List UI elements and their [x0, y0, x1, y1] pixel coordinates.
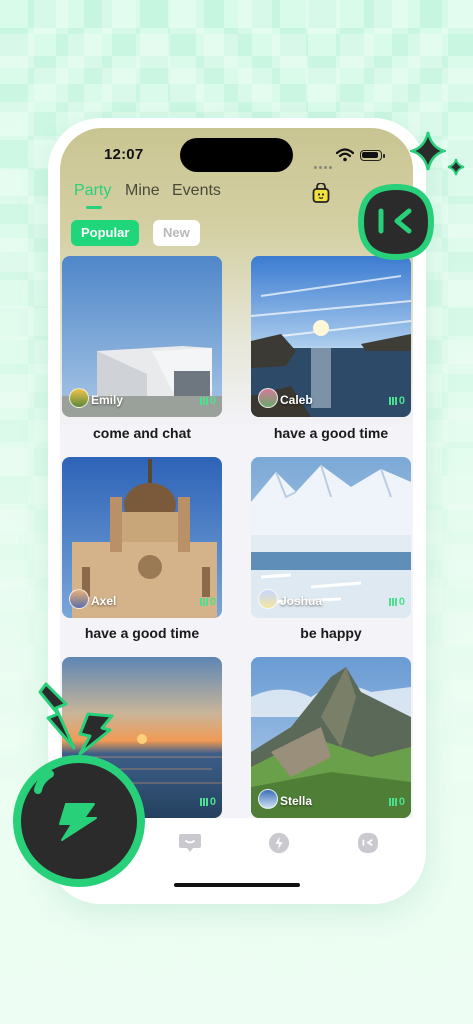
lightning-icon [78, 712, 114, 756]
status-time: 12:07 [104, 146, 144, 163]
room-title: have a good time [273, 425, 389, 441]
audio-bars-icon [199, 798, 209, 807]
room-title: come and chat [92, 425, 192, 441]
room-card[interactable]: Axel 0 [62, 457, 222, 618]
room-host-name: Caleb [280, 393, 313, 407]
listener-count: 0 [388, 796, 405, 808]
tab-events[interactable]: Events [172, 182, 221, 200]
sparkle-icon [410, 131, 446, 171]
lightning-badge-icon [13, 755, 145, 887]
home-indicator [174, 883, 300, 887]
tab-active-indicator [86, 206, 102, 209]
audio-bars-icon [199, 397, 209, 406]
listener-count: 0 [388, 596, 405, 608]
room-title: have a good time [84, 625, 200, 641]
room-card[interactable]: Stella 0 [251, 657, 411, 818]
room-host-name: Stella [280, 794, 313, 808]
wifi-icon [336, 148, 354, 162]
tab-mine[interactable]: Mine [125, 182, 160, 200]
battery-icon [360, 150, 385, 161]
room-host-name: Joshua [280, 594, 323, 608]
avatar [258, 388, 278, 408]
sparkle-icon [447, 158, 465, 176]
room-card[interactable]: Caleb 0 [251, 256, 411, 417]
audio-bars-icon [199, 598, 209, 607]
room-host-name: Axel [91, 594, 117, 608]
signal-icon [314, 156, 334, 174]
audio-bars-icon [388, 397, 398, 406]
listener-count: 0 [199, 395, 216, 407]
avatar [258, 589, 278, 609]
avatar [69, 388, 89, 408]
avatar [258, 789, 278, 809]
shopping-bag-icon[interactable] [312, 183, 330, 203]
lightning-icon[interactable] [267, 832, 291, 854]
tab-party[interactable]: Party [74, 182, 111, 200]
status-bar: 12:07 [60, 128, 413, 184]
avatar [69, 589, 89, 609]
room-card[interactable]: Emily 0 [62, 256, 222, 417]
room-card[interactable]: Joshua 0 [251, 457, 411, 618]
audio-bars-icon [388, 598, 398, 607]
listener-count: 0 [199, 796, 216, 808]
room-host-name: Emily [91, 393, 124, 407]
lightning-icon [38, 682, 76, 750]
audio-bars-icon [388, 798, 398, 807]
listener-count: 0 [388, 395, 405, 407]
filter-popular[interactable]: Popular [71, 220, 140, 246]
party-face-icon[interactable] [356, 832, 380, 854]
dynamic-island [180, 138, 293, 172]
listener-count: 0 [199, 596, 216, 608]
chat-bubble-icon[interactable] [178, 832, 202, 854]
filter-new[interactable]: New [153, 220, 200, 246]
party-face-icon [357, 183, 435, 261]
room-title: be happy [300, 625, 362, 641]
